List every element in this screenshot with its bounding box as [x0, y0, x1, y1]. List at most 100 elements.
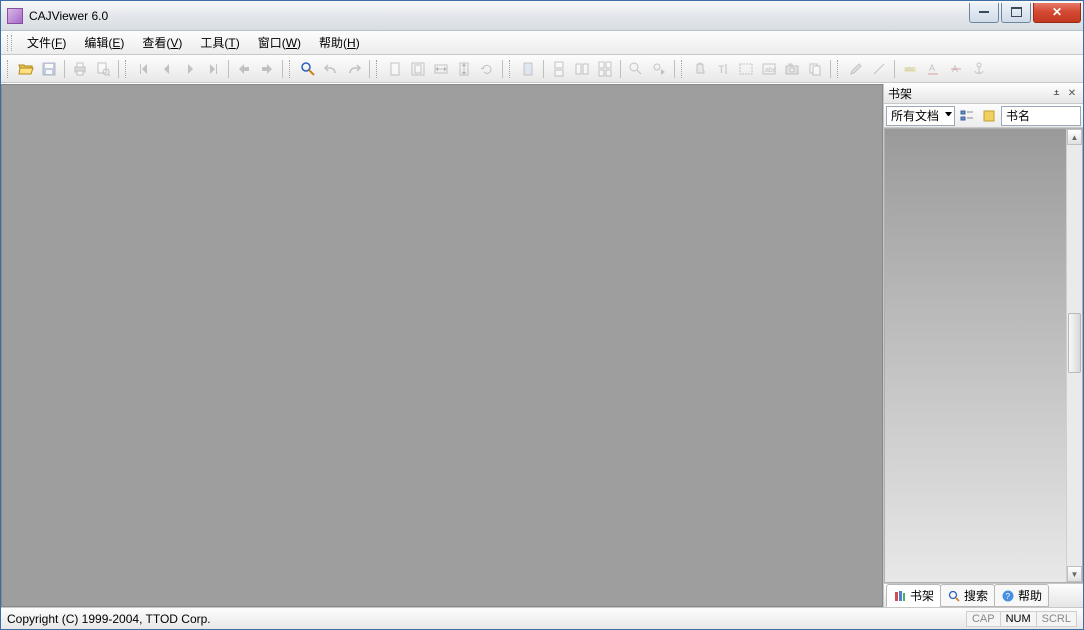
filter-select[interactable]: 所有文档 [886, 106, 955, 126]
menu-view[interactable]: 查看(V) [133, 31, 191, 54]
search-icon [628, 61, 644, 77]
svg-text:abc: abc [765, 67, 777, 74]
strikeout-button[interactable]: A [945, 58, 967, 80]
page-continuous-icon [551, 61, 567, 77]
ocr-button[interactable]: abc [758, 58, 780, 80]
scrollbar[interactable]: ▲ ▼ [1066, 129, 1082, 582]
last-page-button[interactable] [202, 58, 224, 80]
last-page-icon [205, 61, 221, 77]
window-controls [967, 3, 1081, 25]
underline-button[interactable]: A [922, 58, 944, 80]
rotate-icon [479, 61, 495, 77]
titlebar: CAJViewer 6.0 [1, 1, 1083, 31]
menu-edit[interactable]: 编辑(E) [75, 31, 133, 54]
single-page-button[interactable] [517, 58, 539, 80]
fit-width-button[interactable] [430, 58, 452, 80]
print-preview-button[interactable] [92, 58, 114, 80]
help-icon: ? [1001, 589, 1015, 603]
find-next-button[interactable] [648, 58, 670, 80]
zoom-button[interactable] [297, 58, 319, 80]
actual-size-button[interactable] [384, 58, 406, 80]
forward-button[interactable] [256, 58, 278, 80]
toolbar-grip-2[interactable] [125, 60, 129, 78]
ocr-icon: abc [761, 61, 777, 77]
bookshelf-list[interactable]: ▲ ▼ [884, 128, 1083, 583]
statusbar: Copyright (C) 1999-2004, TTOD Corp. CAP … [1, 607, 1083, 629]
facing-button[interactable] [571, 58, 593, 80]
tab-help[interactable]: ? 帮助 [994, 584, 1049, 607]
tab-search-label: 搜索 [964, 587, 988, 604]
hand-tool-button[interactable] [689, 58, 711, 80]
toolbar-grip-7[interactable] [837, 60, 841, 78]
prev-page-button[interactable] [156, 58, 178, 80]
open-button[interactable] [15, 58, 37, 80]
magnifier-icon [947, 589, 961, 603]
tab-bookshelf[interactable]: 书架 [886, 584, 941, 607]
toolbar-grip-3[interactable] [289, 60, 293, 78]
line-tool-button[interactable] [868, 58, 890, 80]
note-button[interactable] [968, 58, 990, 80]
snapshot-button[interactable] [781, 58, 803, 80]
fit-height-button[interactable] [453, 58, 475, 80]
pencil-tool-button[interactable] [845, 58, 867, 80]
rotate-button[interactable] [476, 58, 498, 80]
find-button[interactable] [625, 58, 647, 80]
minimize-button[interactable] [969, 3, 999, 23]
menu-file[interactable]: 文件(F) [18, 31, 75, 54]
svg-text:A: A [929, 63, 935, 73]
first-page-button[interactable] [133, 58, 155, 80]
menu-tools[interactable]: 工具(T) [191, 31, 248, 54]
copy-button[interactable] [804, 58, 826, 80]
tab-search[interactable]: 搜索 [940, 584, 995, 607]
search-name-input[interactable]: 书名 [1001, 106, 1081, 126]
print-button[interactable] [69, 58, 91, 80]
toolbar: T abc abc A A [1, 55, 1083, 83]
arrow-right-icon [182, 61, 198, 77]
undo-button[interactable] [320, 58, 342, 80]
maximize-button[interactable] [1001, 3, 1031, 23]
menu-window[interactable]: 窗口(W) [249, 31, 310, 54]
menu-grip[interactable] [7, 35, 12, 51]
app-window: CAJViewer 6.0 文件(F) 编辑(E) 查看(V) 工具(T) 窗口… [0, 0, 1084, 630]
continuous-button[interactable] [548, 58, 570, 80]
image-select-icon [738, 61, 754, 77]
select-image-button[interactable] [735, 58, 757, 80]
document-area[interactable] [1, 84, 883, 607]
arrow-left-icon [159, 61, 175, 77]
next-page-button[interactable] [179, 58, 201, 80]
anchor-icon [971, 61, 987, 77]
scroll-up-button[interactable]: ▲ [1067, 129, 1082, 145]
fit-page-button[interactable] [407, 58, 429, 80]
tab-bookshelf-label: 书架 [910, 587, 934, 604]
text-select-icon: T [715, 61, 731, 77]
scroll-down-button[interactable]: ▼ [1067, 566, 1082, 582]
menu-help[interactable]: 帮助(H) [310, 31, 369, 54]
filter-selected-label: 所有文档 [891, 107, 939, 124]
save-button[interactable] [38, 58, 60, 80]
app-icon [7, 8, 23, 24]
toolbar-grip-6[interactable] [681, 60, 685, 78]
panel-close-button[interactable]: ✕ [1065, 87, 1079, 101]
highlight-button[interactable]: abc [899, 58, 921, 80]
copy-icon [807, 61, 823, 77]
back-button[interactable] [233, 58, 255, 80]
close-button[interactable] [1033, 3, 1081, 23]
continuous-facing-button[interactable] [594, 58, 616, 80]
pin-icon[interactable] [1049, 87, 1063, 101]
fit-height-icon [456, 61, 472, 77]
pencil-icon [848, 61, 864, 77]
toolbar-grip-4[interactable] [376, 60, 380, 78]
redo-button[interactable] [343, 58, 365, 80]
select-text-button[interactable]: T [712, 58, 734, 80]
status-scrl: SCRL [1036, 611, 1077, 627]
view-mode-button-2[interactable] [979, 106, 999, 126]
toolbar-grip-1[interactable] [7, 60, 11, 78]
scroll-thumb[interactable] [1068, 313, 1081, 373]
toolbar-grip-5[interactable] [509, 60, 513, 78]
page-cont-facing-icon [597, 61, 613, 77]
view-mode-button-1[interactable] [957, 106, 977, 126]
tab-help-label: 帮助 [1018, 587, 1042, 604]
save-icon [41, 61, 57, 77]
bookshelf-panel: 书架 ✕ 所有文档 书名 [883, 84, 1083, 607]
scroll-track[interactable] [1067, 145, 1082, 566]
